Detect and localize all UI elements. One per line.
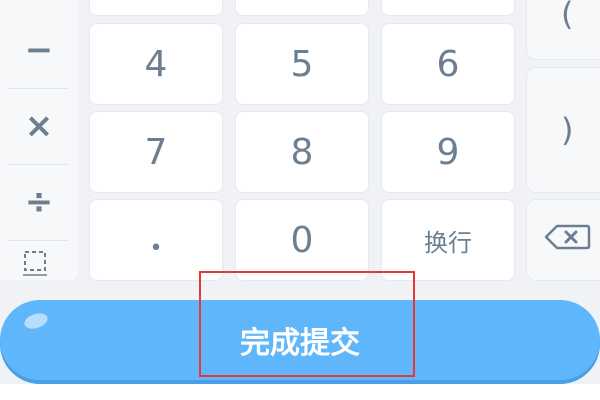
divide-key[interactable]: ÷ xyxy=(0,164,78,240)
backspace-icon xyxy=(543,221,591,259)
submit-label: 完成提交 xyxy=(240,326,360,361)
key-7[interactable]: 7 xyxy=(89,111,223,193)
submit-button[interactable]: 完成提交 xyxy=(0,300,600,380)
key-top-1[interactable] xyxy=(89,0,223,16)
key-dot[interactable]: • xyxy=(89,199,223,281)
close-paren-key[interactable]: ) xyxy=(526,67,600,193)
key-0[interactable]: 0 xyxy=(235,199,369,281)
backspace-key[interactable] xyxy=(526,199,600,281)
keyboard-panel: − × ÷ 4 5 6 7 8 9 • 0 换行 ( ) 完成提交 xyxy=(0,0,600,400)
key-top-3[interactable] xyxy=(381,0,515,16)
minus-key[interactable]: − xyxy=(0,12,78,88)
times-key[interactable]: × xyxy=(0,88,78,164)
key-9[interactable]: 9 xyxy=(381,111,515,193)
key-8[interactable]: 8 xyxy=(235,111,369,193)
key-5[interactable]: 5 xyxy=(235,23,369,105)
divider xyxy=(8,240,68,241)
bottom-strip xyxy=(0,384,600,400)
dashed-box-icon[interactable] xyxy=(22,250,48,276)
open-paren-key[interactable]: ( xyxy=(526,0,600,60)
key-6[interactable]: 6 xyxy=(381,23,515,105)
newline-key[interactable]: 换行 xyxy=(381,199,515,281)
operator-column: − × ÷ xyxy=(0,0,78,280)
key-4[interactable]: 4 xyxy=(89,23,223,105)
key-top-2[interactable] xyxy=(235,0,369,16)
